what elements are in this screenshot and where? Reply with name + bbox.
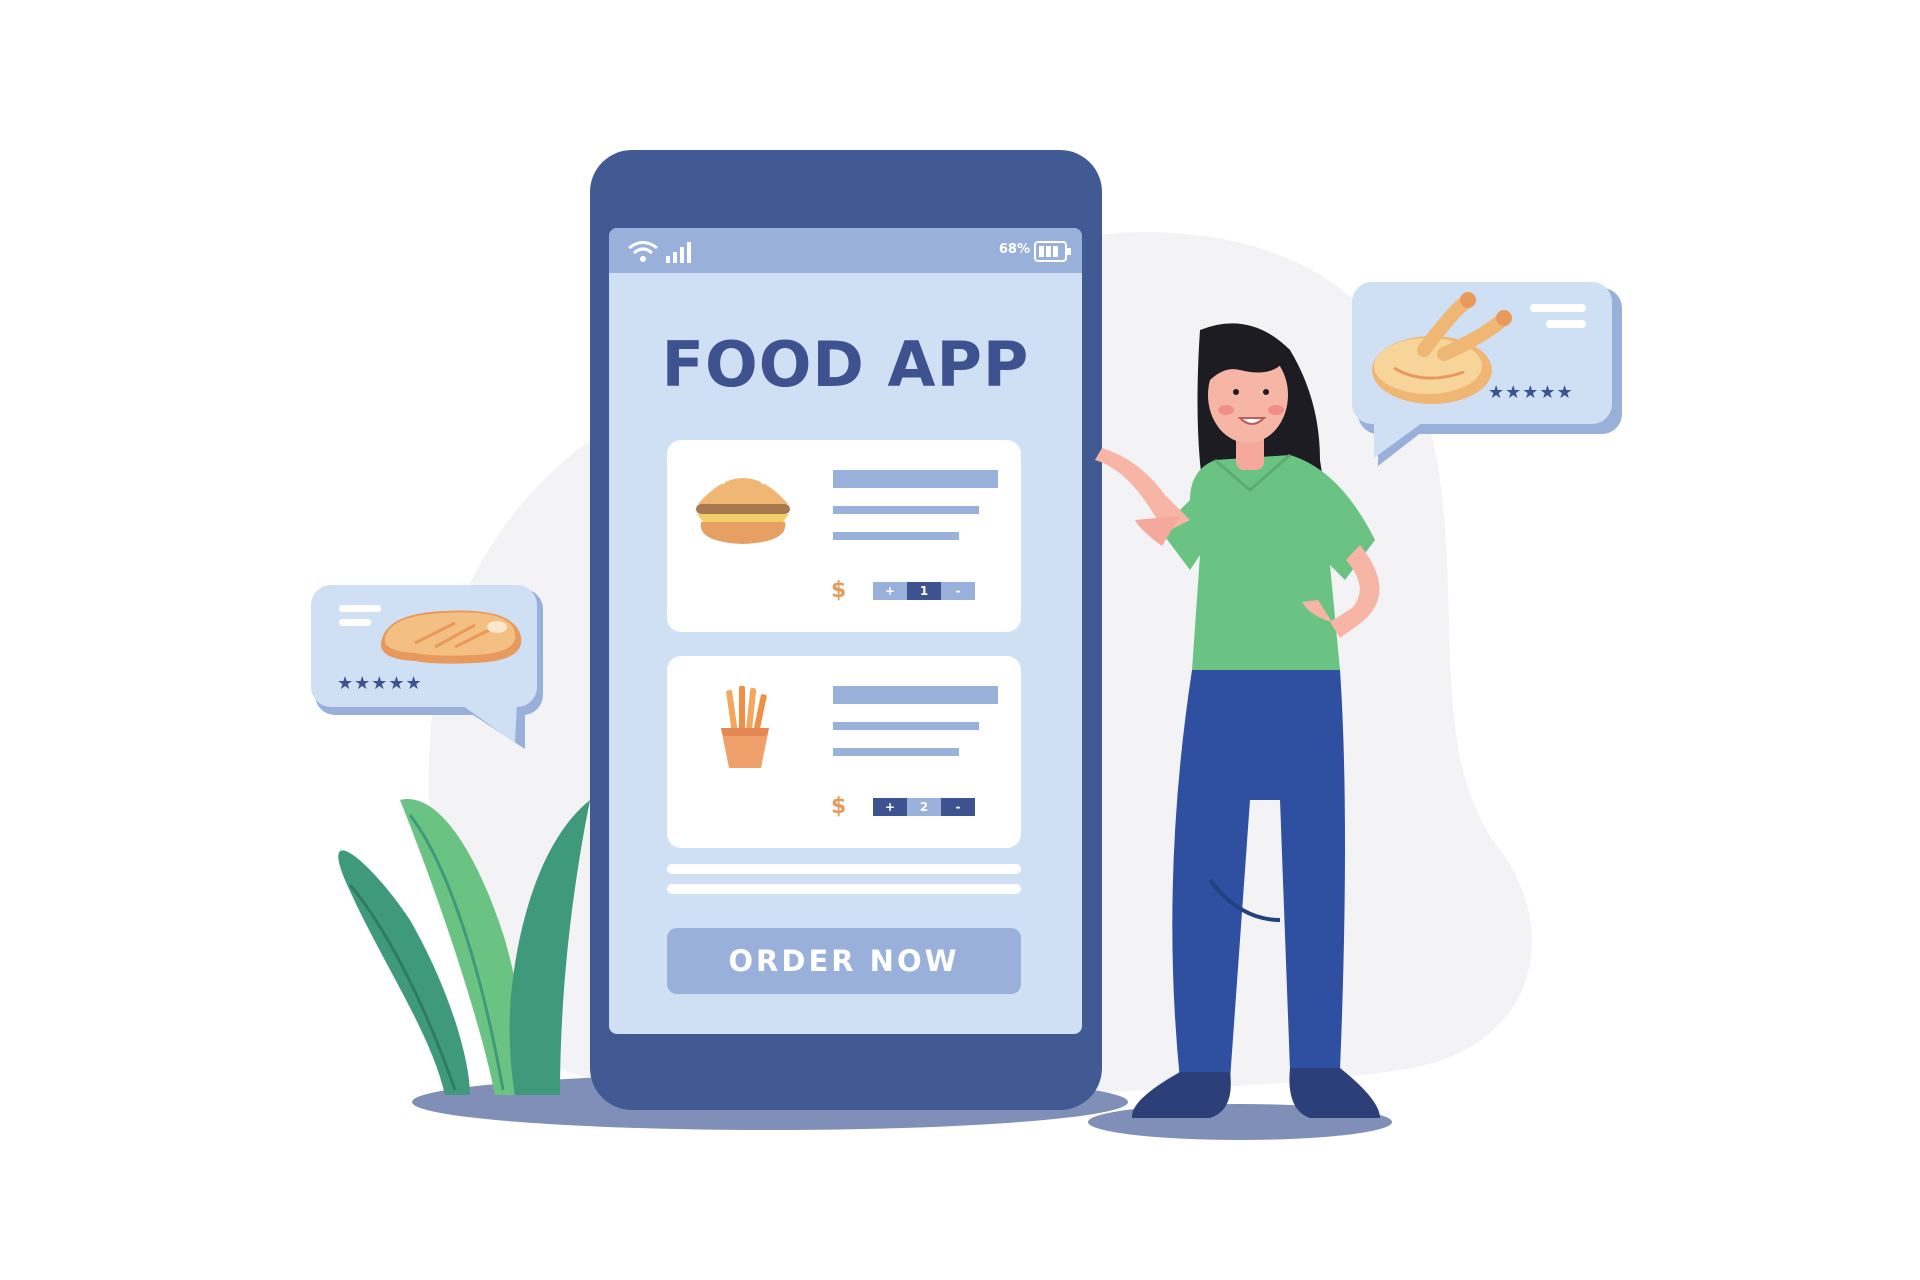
app-title: FOOD APP: [661, 328, 1030, 401]
summary-line: [667, 884, 1021, 894]
summary-line: [667, 864, 1021, 874]
signal-icon: [666, 242, 691, 263]
price-icon: $: [831, 794, 847, 819]
steak-icon: [380, 610, 522, 664]
item-desc-bar: [833, 748, 959, 756]
burger-icon: [696, 474, 790, 544]
fries-icon: [721, 686, 769, 768]
quantity-value: 1: [907, 582, 941, 600]
battery-percent: 68%: [998, 242, 1030, 257]
increment-button[interactable]: +: [873, 798, 907, 816]
item-desc-bar: [833, 506, 979, 514]
quantity-stepper[interactable]: + 1 -: [873, 582, 975, 600]
increment-button[interactable]: +: [873, 582, 907, 600]
rating-stars: ★★★★★: [1488, 382, 1574, 403]
quantity-stepper[interactable]: + 2 -: [873, 798, 975, 816]
order-now-button[interactable]: ORDER NOW: [667, 928, 1021, 994]
status-bar: 68%: [609, 228, 1082, 273]
decrement-button[interactable]: -: [941, 798, 975, 816]
woman-illustration: [1095, 323, 1380, 1118]
menu-item-card[interactable]: $ + 1 -: [667, 440, 1021, 632]
price-icon: $: [831, 578, 847, 603]
battery-icon: [1034, 241, 1071, 262]
phone-screen: 68% FOOD APP $ + 1 - $ + 2 - ORDER NOW: [609, 228, 1082, 1034]
item-desc-bar: [833, 722, 979, 730]
rating-stars: ★★★★★: [337, 673, 423, 694]
wifi-icon: [628, 241, 658, 262]
decrement-button[interactable]: -: [941, 582, 975, 600]
item-title-bar: [833, 470, 998, 488]
menu-item-card[interactable]: $ + 2 -: [667, 656, 1021, 848]
item-title-bar: [833, 686, 998, 704]
quantity-value: 2: [907, 798, 941, 816]
review-bubble-steak: ★★★★★: [311, 585, 547, 749]
item-desc-bar: [833, 532, 959, 540]
